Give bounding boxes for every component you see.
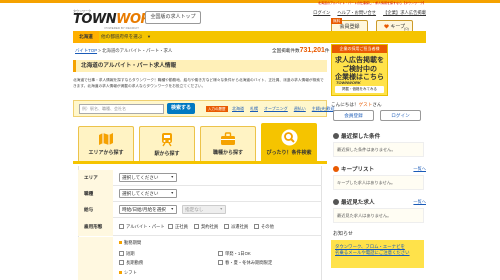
header-link-help[interactable]: ヘルプ・お問い合せ xyxy=(337,10,376,16)
national-top-button[interactable]: 全国版の求人トップ xyxy=(145,11,201,24)
employment-check-parttime[interactable]: アルバイト・パート xyxy=(119,224,165,230)
map-icon xyxy=(99,133,113,145)
period-check-long[interactable]: 長期勤務 xyxy=(119,260,143,266)
tab-area[interactable]: エリアから探す xyxy=(78,126,134,161)
chevron-down-icon: ▼ xyxy=(147,34,151,39)
header-link-employer[interactable]: 【企業】求人広告掲載 xyxy=(383,10,426,16)
history-label: 入力の履歴 xyxy=(206,106,228,112)
area-select[interactable]: 選択してください ▼ xyxy=(119,173,177,182)
pay-amount-select[interactable]: 指定なし ▼ xyxy=(182,205,226,214)
notice-link[interactable]: タウンワーク、フロム・エーナビを 名乗るメールや電話にご注意ください xyxy=(335,244,410,256)
sidebar-register-button[interactable]: 会員登録 xyxy=(333,110,374,121)
briefcase-icon xyxy=(221,132,235,145)
chevron-down-icon: ▼ xyxy=(170,207,174,211)
heart-icon xyxy=(333,166,339,172)
pay-type-select[interactable]: 時給/日給/月給を選択 ▼ xyxy=(119,205,177,214)
listing-count-value: 731,201 xyxy=(299,47,325,54)
history-link[interactable]: 北海道 xyxy=(232,106,244,112)
chevron-down-icon: ▼ xyxy=(219,207,223,211)
period-check-short[interactable]: 短期 xyxy=(119,251,135,257)
breadcrumb-current: 北海道のアルバイト・パート・求人 xyxy=(102,48,173,53)
ad-body: 求人広告掲載を ご検討中の 企業様はこちら xyxy=(335,57,384,81)
ad-head: 企業の採用ご担当者様 xyxy=(332,45,387,53)
job-label: 職種 xyxy=(78,186,113,202)
clock-icon xyxy=(333,133,339,139)
page-description: 北海道で仕事・求人情報を探すならタウンワーク！職種や勤務地、給与や働き方など様々… xyxy=(73,78,324,88)
history-link[interactable]: 週払い xyxy=(294,106,306,112)
eye-icon xyxy=(333,199,339,205)
logo-wordmark: TOWNWORK xyxy=(73,12,160,27)
history-link[interactable]: 札幌 xyxy=(250,106,258,112)
register-label: 会員登録 xyxy=(339,24,360,30)
tab-job-type[interactable]: 職種から探す xyxy=(200,126,256,161)
ad-logo: TOWNWORK xyxy=(336,80,361,85)
recent-conditions-body: 最近探した条件はありません。 xyxy=(333,142,424,157)
breadcrumb: バイトTOP > 北海道のアルバイト・パート・求人 xyxy=(75,48,173,53)
period-check-season[interactable]: 春・夏・冬休み期間限定 xyxy=(218,260,272,266)
job-select[interactable]: 選択してください ▼ xyxy=(119,189,177,198)
recent-jobs-heading: 最近見た求人 xyxy=(333,198,375,206)
chevron-down-icon: ▼ xyxy=(170,175,174,179)
shift-heading: シフト xyxy=(119,270,137,276)
ad-button[interactable]: 掲載・価格をみてみる xyxy=(335,86,384,93)
townwork-logo[interactable]: タウンワーク TOWNWORK POWERED BY RECRUIT xyxy=(73,9,160,31)
sidebar-login-button[interactable]: ログイン xyxy=(380,110,421,121)
form-row-job xyxy=(78,186,322,202)
history-links: 北海道 札幌 オープニング 週払い 主婦(夫)歓迎 xyxy=(232,106,334,112)
period-check-oneday[interactable]: 単発・1日OK xyxy=(218,251,251,257)
header-link-login[interactable]: ログイン xyxy=(313,10,330,16)
period-label-cell xyxy=(78,237,113,280)
employment-check-dispatch[interactable]: 派遣社員 xyxy=(224,224,248,230)
breadcrumb-top[interactable]: バイトTOP xyxy=(75,48,97,53)
employment-label: 雇用形態 xyxy=(78,218,113,236)
employment-check-fulltime[interactable]: 正社員 xyxy=(168,224,188,230)
recent-jobs-body: 最近見た求人はありません。 xyxy=(333,208,424,223)
search-button[interactable]: 検索する xyxy=(167,103,195,114)
search-input[interactable]: 例）駅名、職種、会社名 xyxy=(79,104,164,114)
employment-check-contract[interactable]: 契約社員 xyxy=(194,224,218,230)
keep-list-body: キープした求人はありません。 xyxy=(333,175,424,190)
top-seo-note: 北海道のアルバイト・パートの仕事探し・求人情報を探すなら【タウンワーク】 xyxy=(318,1,426,5)
tab-condition-search[interactable]: ぴったり！条件検索 xyxy=(261,123,317,161)
recent-jobs-more-link[interactable]: 一覧へ xyxy=(413,199,426,205)
tab-strip xyxy=(73,161,327,164)
train-icon xyxy=(162,133,172,147)
tab-station[interactable]: 駅から探す xyxy=(139,126,195,161)
nav-other-prefecture[interactable]: 他の都道府県を選ぶ xyxy=(101,31,142,43)
header-links: ログイン ヘルプ・お問い合せ 【企業】求人広告掲載 xyxy=(313,10,426,16)
notice-heading: お知らせ xyxy=(333,231,353,237)
period-heading: 勤務期間 xyxy=(119,240,141,246)
employment-check-other[interactable]: その他 xyxy=(254,224,274,230)
keep-list-more-link[interactable]: 一覧へ xyxy=(413,166,426,172)
recent-conditions-heading: 最近探した条件 xyxy=(333,132,380,140)
employer-ad-banner[interactable]: 企業の採用ご担当者様 求人広告掲載を ご検討中の 企業様はこちら TOWNWORK … xyxy=(331,44,388,96)
listing-count: 全国掲載件数731,201件 xyxy=(272,47,330,54)
pay-label: 給与 xyxy=(78,202,113,218)
magnifier-icon xyxy=(281,129,297,146)
area-label: エリア xyxy=(78,170,113,186)
heart-icon xyxy=(384,24,389,29)
keep-label: キープ xyxy=(390,24,406,30)
chevron-down-icon: ▼ xyxy=(170,191,174,195)
welcome-text: こんにちは！ゲストさん xyxy=(331,102,382,107)
form-row-area xyxy=(78,170,322,186)
page-title: 北海道のアルバイト・パート求人情報 xyxy=(73,60,327,72)
nav-tab-hokkaido[interactable]: 北海道 xyxy=(73,31,99,43)
free-badge: 無料 xyxy=(331,18,343,24)
history-link[interactable]: オープニング xyxy=(264,106,288,112)
keep-list-heading: キープリスト xyxy=(333,165,374,173)
